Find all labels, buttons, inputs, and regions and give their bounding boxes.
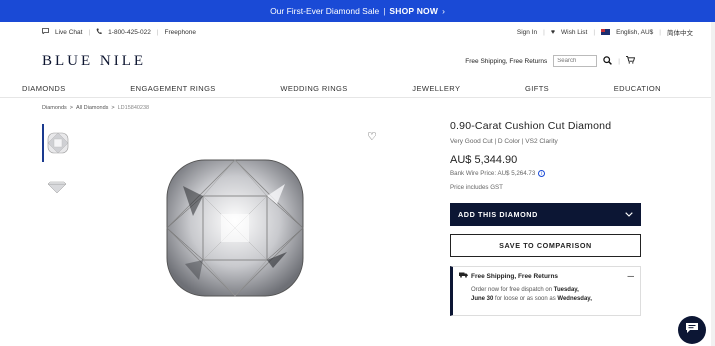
chinese-language-link[interactable]: 简体中文 <box>667 27 693 37</box>
shipping-details: Order now for free dispatch on Tuesday, … <box>471 287 592 303</box>
nav-item-jewellery[interactable]: JEWELLERY <box>412 84 460 93</box>
add-this-diamond-label: ADD THIS DIAMOND <box>458 210 538 219</box>
breadcrumb-current: LD15840238 <box>117 105 150 111</box>
truck-icon <box>459 272 468 280</box>
add-this-diamond-button[interactable]: ADD THIS DIAMOND <box>450 203 641 226</box>
product-price: AU$ 5,344.90 <box>450 154 518 166</box>
search-input[interactable] <box>553 55 598 67</box>
chat-icon <box>42 28 49 36</box>
gst-note: Price includes GST <box>450 184 503 191</box>
breadcrumb: Diamonds > All Diamonds > LD15840238 <box>42 105 150 111</box>
nav-item-gifts[interactable]: GIFTS <box>525 84 549 93</box>
blue-nile-logo[interactable]: BLUE NILE <box>42 53 146 70</box>
shipping-info-box: Free Shipping, Free Returns — Order now … <box>450 266 641 316</box>
sign-in-link[interactable]: Sign In <box>517 29 537 36</box>
promo-separator: | <box>383 6 386 16</box>
breadcrumb-all-diamonds[interactable]: All Diamonds <box>76 105 108 111</box>
freephone-label: Freephone <box>164 28 196 36</box>
chat-icon <box>685 321 699 339</box>
nav-item-diamonds[interactable]: DIAMONDS <box>22 84 66 93</box>
shop-now-link[interactable]: SHOP NOW <box>389 6 438 16</box>
bank-wire-price: Bank Wire Price: AU$ 5,264.73 i <box>450 170 642 177</box>
favorite-heart-icon[interactable]: ♡ <box>367 130 377 143</box>
free-shipping-link[interactable]: Free Shipping, Free Returns <box>465 58 547 65</box>
promo-banner[interactable]: Our First-Ever Diamond Sale | SHOP NOW › <box>0 0 715 22</box>
scrollbar[interactable] <box>711 22 715 346</box>
product-title: 0.90-Carat Cushion Cut Diamond <box>450 120 612 132</box>
save-to-comparison-button[interactable]: SAVE TO COMPARISON <box>450 234 641 257</box>
heart-icon: ♥ <box>550 28 555 36</box>
brand-header: BLUE NILE Free Shipping, Free Returns | <box>0 42 715 80</box>
shipping-title: Free Shipping, Free Returns <box>471 272 559 280</box>
chevron-down-icon <box>625 210 633 219</box>
thumbnail-top-view[interactable] <box>42 124 72 162</box>
promo-text: Our First-Ever Diamond Sale <box>270 6 380 16</box>
wish-list-link[interactable]: Wish List <box>561 29 587 36</box>
australia-flag-icon <box>601 29 611 35</box>
thumbnail-side-view[interactable] <box>42 168 72 206</box>
product-specs: Very Good Cut | D Color | VS2 Clarity <box>450 138 558 145</box>
locale-selector[interactable]: English, AU$ <box>616 29 653 36</box>
phone-number-link[interactable]: 1-800-425-022 <box>108 29 151 36</box>
diamond-image <box>163 156 307 305</box>
product-info: 0.90-Carat Cushion Cut Diamond Very Good… <box>450 120 642 316</box>
utility-bar: Live Chat | 1-800-425-022 | Freephone Si… <box>0 22 715 42</box>
collapse-minus-icon[interactable]: — <box>628 273 635 280</box>
chat-bubble-button[interactable] <box>678 316 706 344</box>
cart-icon[interactable] <box>626 56 636 66</box>
search-icon[interactable] <box>603 55 613 67</box>
phone-icon <box>96 28 102 37</box>
nav-item-engagement-rings[interactable]: ENGAGEMENT RINGS <box>130 84 215 93</box>
nav-item-education[interactable]: EDUCATION <box>614 84 661 93</box>
bank-wire-price-text: Bank Wire Price: AU$ 5,264.73 <box>450 170 536 177</box>
thumbnail-list <box>42 124 72 206</box>
breadcrumb-diamonds[interactable]: Diamonds <box>42 105 67 111</box>
info-icon[interactable]: i <box>538 170 546 177</box>
product-section: ♡ 0.90-Carat Cushion Cut Diamond Very Go… <box>0 118 715 346</box>
chevron-right-icon: › <box>442 6 445 16</box>
nav-item-wedding-rings[interactable]: WEDDING RINGS <box>280 84 347 93</box>
main-nav: DIAMONDS ENGAGEMENT RINGS WEDDING RINGS … <box>0 80 715 98</box>
live-chat-link[interactable]: Live Chat <box>55 29 82 36</box>
